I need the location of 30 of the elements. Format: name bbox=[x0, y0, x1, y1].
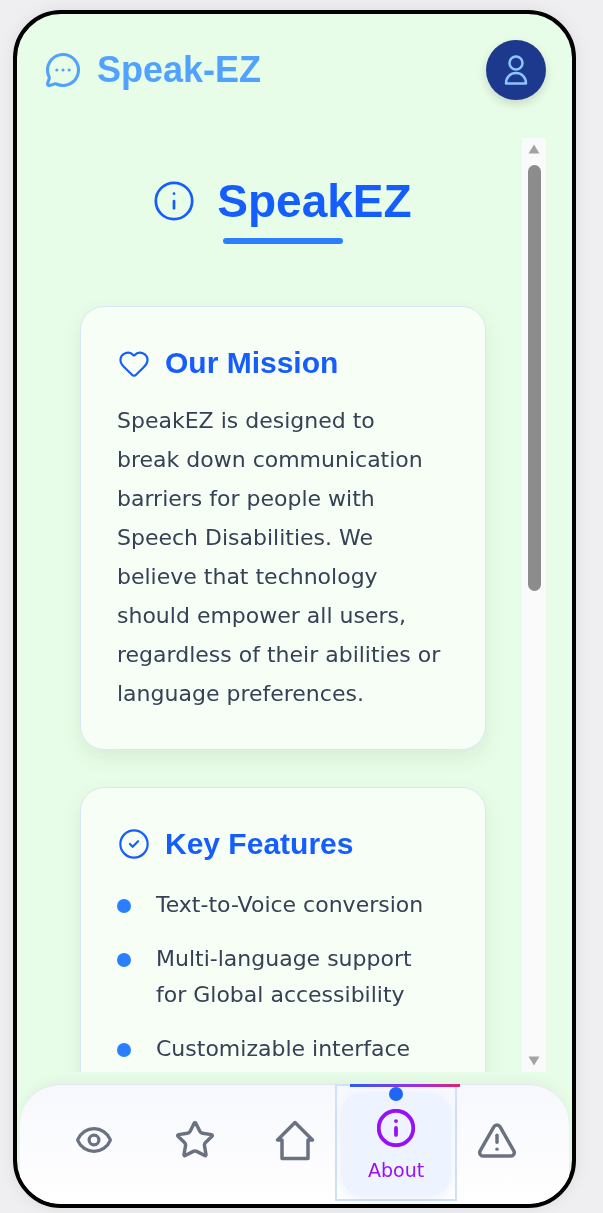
scroll-down-icon[interactable] bbox=[528, 1056, 540, 1066]
card-title: Our Mission bbox=[165, 346, 339, 380]
scrollbar-thumb[interactable] bbox=[527, 165, 541, 591]
info-icon bbox=[377, 1109, 416, 1147]
info-icon bbox=[154, 181, 195, 221]
nav-tab[interactable] bbox=[74, 1125, 115, 1155]
heart-icon bbox=[119, 349, 149, 377]
logo-text: Speak-EZ bbox=[97, 49, 262, 91]
page-title: SpeakEZ bbox=[217, 175, 412, 227]
eye-icon bbox=[76, 1127, 113, 1153]
user-icon bbox=[504, 55, 528, 85]
scrollbar[interactable] bbox=[522, 138, 546, 1072]
nav-tab[interactable] bbox=[475, 1120, 518, 1160]
star-icon bbox=[175, 1121, 214, 1159]
feature-text: Text-to-Voice conversion bbox=[156, 891, 425, 919]
feature-text: Multi-language support for Global accessibility bbox=[156, 945, 413, 1009]
bullet-icon bbox=[117, 953, 131, 967]
bullet-icon bbox=[117, 899, 131, 913]
chat-bubble-icon bbox=[46, 53, 80, 87]
warning-icon bbox=[477, 1122, 516, 1158]
mission-text: SpeakEZ is designed to break down communication barriers for people with Speech Disabilities. We believe that technology should empower all users, regardless of their abilities or language preferences. bbox=[117, 407, 442, 708]
bullet-icon bbox=[117, 1043, 131, 1057]
feature-text: Customizable interface bbox=[156, 1035, 412, 1063]
scroll-up-icon[interactable] bbox=[528, 144, 540, 154]
card-title: Key Features bbox=[165, 827, 354, 861]
indicator-dot-icon bbox=[389, 1087, 404, 1101]
nav-tab[interactable]: About bbox=[341, 1092, 452, 1196]
profile-button[interactable] bbox=[486, 40, 546, 100]
home-icon bbox=[275, 1119, 316, 1161]
check-circle-icon bbox=[119, 829, 149, 859]
